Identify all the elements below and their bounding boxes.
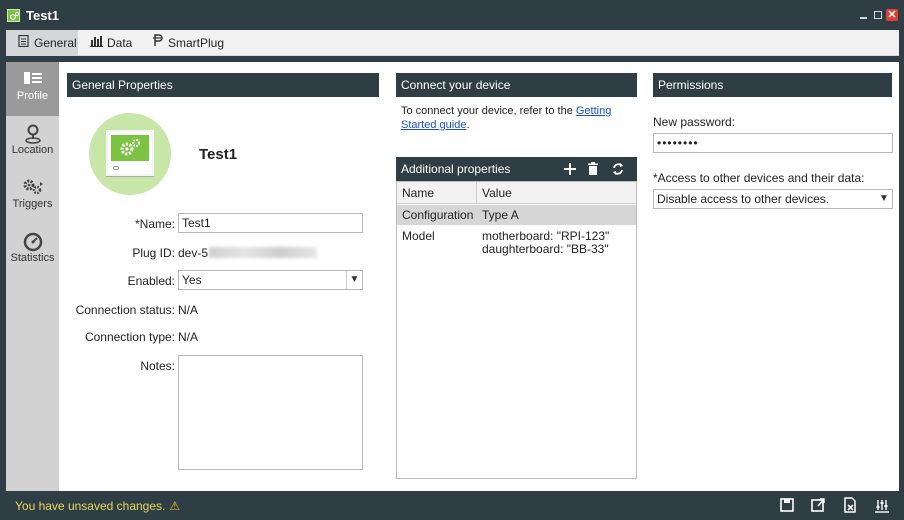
plug-id-label: Plug ID: [132, 246, 175, 260]
profile-icon [6, 62, 59, 86]
document-icon [16, 30, 30, 56]
tab-smartplug-label: SmartPlug [168, 36, 225, 50]
save-icon[interactable] [779, 497, 795, 513]
sidebar-item-profile[interactable]: Profile [6, 62, 59, 116]
smartplug-icon [150, 30, 164, 56]
table-row[interactable]: Model motherboard: "RPI-123" daughterboa… [397, 226, 636, 260]
name-label: *Name: [134, 217, 175, 231]
connect-text-end: . [466, 119, 470, 131]
tab-data[interactable]: Data [79, 30, 141, 56]
add-icon[interactable] [561, 157, 579, 181]
enabled-value: Yes [182, 273, 202, 287]
tab-data-label: Data [107, 36, 133, 50]
row-value: motherboard: "RPI-123" [482, 229, 610, 243]
close-icon: ✕ [887, 9, 897, 21]
additional-properties-title: Additional properties [401, 162, 511, 176]
device-icon [106, 130, 154, 176]
minimize-button[interactable] [858, 9, 870, 21]
device-avatar [89, 113, 171, 195]
plug-id-value: dev-5 [178, 246, 318, 260]
save-close-icon[interactable] [810, 497, 826, 513]
plug-id-text: dev-5 [178, 246, 209, 260]
additional-properties-header: Additional properties [396, 157, 637, 181]
access-value: Disable access to other devices. [657, 192, 830, 206]
unsaved-changes-text: You have unsaved changes. [15, 499, 166, 513]
permissions-header: Permissions [653, 73, 892, 97]
status-bar: You have unsaved changes. ⚠ [0, 491, 904, 520]
title-bar: Test1 ✕ [0, 0, 904, 30]
column-header-value[interactable]: Value [482, 186, 512, 200]
warning-icon: ⚠ [169, 499, 181, 513]
connect-device-header: Connect your device [396, 73, 637, 97]
status-message: You have unsaved changes. ⚠ [15, 499, 180, 513]
bar-chart-icon [89, 30, 103, 56]
connection-status-value: N/A [178, 303, 199, 317]
main-content: General Properties Test1 *Name: Plug ID:… [59, 62, 899, 491]
sidebar-item-triggers[interactable]: Triggers [6, 170, 59, 224]
window-title: Test1 [26, 8, 59, 23]
redacted-text [209, 247, 318, 258]
maximize-button[interactable] [872, 9, 884, 21]
app-window: Test1 ✕ General Data SmartPlug Profile L… [0, 0, 904, 520]
access-select[interactable]: Disable access to other devices. ▼ [653, 189, 893, 209]
enabled-select[interactable]: Yes ▼ [178, 270, 363, 290]
app-icon [7, 9, 20, 22]
close-button[interactable]: ✕ [886, 9, 898, 21]
tab-smartplug[interactable]: SmartPlug [140, 30, 230, 56]
column-header-name[interactable]: Name [402, 186, 434, 200]
connect-device-text: To connect your device, refer to the Get… [401, 104, 637, 132]
settings-sliders-icon[interactable] [874, 497, 890, 513]
tab-general[interactable]: General [6, 30, 78, 56]
enabled-label: Enabled: [127, 274, 175, 288]
table-row[interactable]: Configuration Type A [397, 205, 636, 225]
gears-icon [120, 139, 140, 156]
chevron-down-icon: ▼ [346, 271, 362, 289]
name-input[interactable] [178, 213, 363, 233]
access-label: *Access to other devices and their data: [653, 171, 865, 185]
discard-close-icon[interactable] [842, 497, 858, 513]
notes-label: Notes: [140, 359, 175, 373]
new-password-label: New password: [653, 115, 736, 129]
chevron-down-icon: ▼ [879, 193, 889, 204]
gears-icon [6, 170, 59, 195]
trash-icon[interactable] [584, 157, 602, 181]
row-name: Model [402, 229, 435, 243]
connection-type-value: N/A [178, 330, 199, 344]
tab-general-label: General [34, 36, 77, 50]
sidebar-item-label: Location [11, 144, 54, 156]
general-properties-header: General Properties [67, 73, 379, 97]
row-value: Type A [482, 208, 519, 222]
top-tab-bar: General Data SmartPlug [6, 30, 899, 56]
connect-text: To connect your device, refer to the [401, 105, 576, 117]
connection-type-label: Connection type: [84, 330, 175, 344]
connection-status-label: Connection status: [75, 303, 175, 317]
row-value: daughterboard: "BB-33" [482, 242, 609, 256]
table-header-row: Name Value [397, 182, 636, 204]
location-pin-icon [6, 116, 59, 144]
device-name: Test1 [199, 146, 238, 163]
notes-textarea[interactable] [178, 355, 363, 470]
refresh-icon[interactable] [609, 157, 627, 181]
sidebar-item-label: Triggers [12, 198, 53, 210]
additional-properties-table: Name Value Configuration Type A Model mo… [396, 181, 637, 479]
new-password-input[interactable] [653, 133, 893, 153]
sidebar-item-location[interactable]: Location [6, 116, 59, 170]
row-name: Configuration [402, 208, 474, 222]
sidebar-item-label: Profile [16, 90, 49, 102]
